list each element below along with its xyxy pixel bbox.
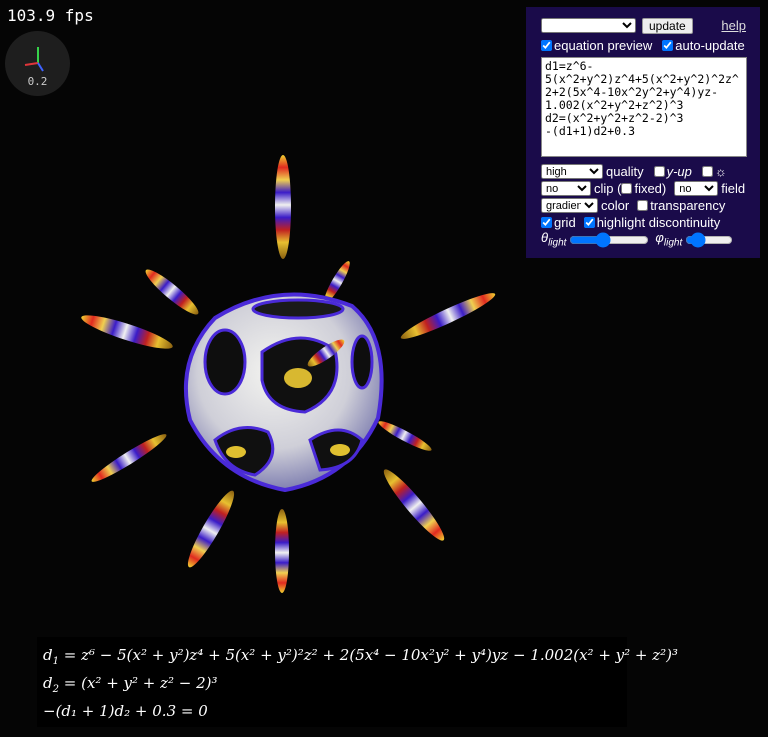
sun-icon: ☼ bbox=[714, 164, 727, 179]
equation-preview: d1 = z⁶ − 5(x² + y²)z⁴ + 5(x² + y²)²z² +… bbox=[37, 637, 679, 727]
auto-update-label: auto-update bbox=[675, 38, 745, 53]
spike-right-mid bbox=[378, 421, 432, 451]
grid-label: grid bbox=[554, 215, 576, 230]
fixed-label: fixed) bbox=[634, 181, 667, 196]
equation-preview-label: equation preview bbox=[554, 38, 653, 53]
light-toggle-checkbox[interactable] bbox=[701, 166, 713, 177]
quality-label: quality bbox=[606, 164, 644, 179]
theta-light-label: θlight bbox=[541, 230, 567, 249]
update-button[interactable]: update bbox=[642, 17, 693, 34]
spike-upper-left bbox=[145, 269, 199, 315]
quality-select[interactable]: high bbox=[541, 164, 603, 179]
spike-lower-left bbox=[187, 490, 235, 568]
field-label: field bbox=[721, 181, 746, 196]
help-link[interactable]: help bbox=[721, 18, 746, 33]
grid-checkbox[interactable] bbox=[541, 217, 552, 228]
color-label: color bbox=[601, 198, 630, 213]
transparency-checkbox[interactable] bbox=[637, 200, 649, 211]
y-up-checkbox[interactable] bbox=[653, 166, 665, 177]
surface-body bbox=[183, 292, 384, 493]
settings-panel: update help equation preview auto-update… bbox=[526, 7, 760, 258]
equation-line-d2: d2 = (x² + y² + z² − 2)³ bbox=[43, 674, 218, 695]
highlight-discontinuity-label: highlight discontinuity bbox=[596, 215, 721, 230]
spike-left-lower bbox=[91, 434, 167, 482]
fixed-checkbox[interactable] bbox=[621, 183, 633, 194]
equation-preview-checkbox[interactable] bbox=[541, 40, 552, 51]
clip-label: clip ( bbox=[594, 181, 622, 196]
auto-update-checkbox[interactable] bbox=[662, 40, 674, 51]
spike-left bbox=[81, 315, 173, 349]
theta-light-slider[interactable] bbox=[569, 234, 650, 245]
equation-line-d1: d1 = z⁶ − 5(x² + y²)z⁴ + 5(x² + y²)²z² +… bbox=[43, 646, 679, 667]
color-select[interactable]: gradient bbox=[541, 198, 598, 213]
spike-bottom bbox=[275, 509, 289, 593]
function-select[interactable] bbox=[541, 18, 636, 33]
transparency-label: transparency bbox=[650, 198, 726, 213]
equation-line-final: −(d₁ + 1)d₂ + 0.3 = 0 bbox=[43, 702, 208, 720]
highlight-discontinuity-checkbox[interactable] bbox=[583, 217, 595, 228]
phi-light-slider[interactable] bbox=[685, 234, 734, 245]
spike-lower-right bbox=[383, 469, 445, 541]
phi-light-label: φlight bbox=[655, 230, 683, 249]
clip-select[interactable]: no bbox=[541, 181, 591, 196]
equation-editor[interactable]: d1=z^6-5(x^2+y^2)z^4+5(x^2+y^2)^2z^2+2(5… bbox=[541, 57, 747, 157]
field-select[interactable]: no bbox=[674, 181, 719, 196]
spike-right-upper bbox=[400, 293, 496, 339]
y-up-label: y-up bbox=[666, 164, 692, 179]
spike-top bbox=[275, 155, 291, 259]
